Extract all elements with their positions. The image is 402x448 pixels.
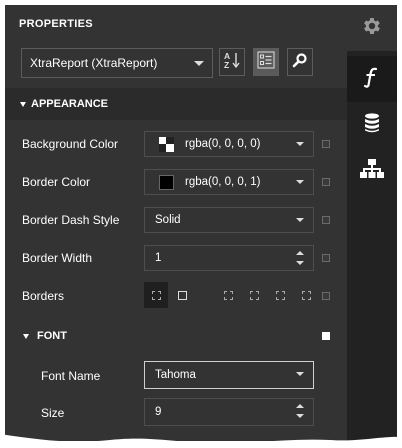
panel-title: PROPERTIES <box>19 18 93 30</box>
property-marker[interactable] <box>322 178 330 186</box>
sort-alphabetical-button[interactable]: A Z <box>219 48 245 76</box>
property-label: Background Color <box>22 137 119 151</box>
border-color-editor[interactable]: rgba(0, 0, 0, 1) <box>144 169 314 195</box>
property-label: Borders <box>22 289 65 303</box>
property-row-font-name: Font Name Tahoma <box>5 357 347 395</box>
property-marker[interactable] <box>322 332 330 340</box>
caret-down-icon <box>20 102 26 107</box>
borders-none-button[interactable] <box>144 282 168 308</box>
border-bottom-icon <box>301 290 311 300</box>
border-dash-style-select[interactable]: Solid <box>144 207 314 233</box>
border-none-icon <box>151 290 161 300</box>
gear-icon <box>361 15 383 42</box>
chevron-down-icon <box>194 61 204 66</box>
border-all-icon <box>177 290 187 300</box>
property-marker[interactable] <box>322 292 330 300</box>
sidebar <box>347 5 397 441</box>
appearance-section-header[interactable]: APPEARANCE <box>5 88 347 120</box>
property-label: Font Name <box>41 369 101 383</box>
color-swatch-transparent <box>159 137 174 152</box>
border-dash-style-value: Solid <box>155 214 181 226</box>
borders-all-button[interactable] <box>170 282 194 308</box>
property-label: Border Width <box>22 251 93 265</box>
categorized-view-button[interactable] <box>253 48 279 76</box>
function-icon <box>362 66 382 93</box>
border-left-button[interactable] <box>216 282 240 308</box>
spin-down-icon[interactable] <box>296 414 304 418</box>
border-top-icon <box>249 290 259 300</box>
border-right-button[interactable] <box>268 282 292 308</box>
svg-text:Z: Z <box>224 60 229 70</box>
color-swatch-black <box>159 175 174 190</box>
font-size-stepper[interactable]: 9 <box>144 398 314 426</box>
border-top-button[interactable] <box>242 282 266 308</box>
property-label: Border Dash Style <box>22 213 120 227</box>
categorized-list-icon <box>257 51 275 74</box>
expressions-tab[interactable] <box>347 56 397 102</box>
border-right-icon <box>275 290 285 300</box>
property-marker[interactable] <box>322 140 330 148</box>
field-list-tab[interactable] <box>347 102 397 148</box>
object-selector-value: XtraReport (XtraReport) <box>30 56 158 70</box>
database-icon <box>363 112 381 139</box>
property-label: Border Color <box>22 175 91 189</box>
border-bottom-button[interactable] <box>294 282 318 308</box>
property-row-background-color: Background Color rgba(0, 0, 0, 0) <box>5 125 347 163</box>
border-width-stepper[interactable]: 1 <box>144 245 314 271</box>
hierarchy-icon <box>360 158 384 185</box>
chevron-down-icon <box>296 372 304 376</box>
properties-panel: PROPERTIES XtraReport (XtraReport) A Z A… <box>5 5 347 441</box>
property-marker[interactable] <box>322 216 330 224</box>
font-name-value: Tahoma <box>155 369 196 381</box>
spin-up-icon[interactable] <box>296 251 304 255</box>
border-color-value: rgba(0, 0, 0, 1) <box>185 176 261 188</box>
font-section-label: FONT <box>37 330 67 342</box>
property-marker[interactable] <box>322 254 330 262</box>
caret-down-icon <box>23 334 29 339</box>
background-color-value: rgba(0, 0, 0, 0) <box>185 138 261 150</box>
search-button[interactable] <box>287 48 313 76</box>
property-row-border-width: Border Width 1 <box>5 239 347 277</box>
border-left-icon <box>223 290 233 300</box>
chevron-down-icon <box>296 218 304 222</box>
property-row-border-dash-style: Border Dash Style Solid <box>5 201 347 239</box>
property-row-borders: Borders <box>5 277 347 315</box>
chevron-down-icon <box>296 180 304 184</box>
settings-tab[interactable] <box>347 5 397 51</box>
font-name-select[interactable]: Tahoma <box>144 361 314 389</box>
background-color-editor[interactable]: rgba(0, 0, 0, 0) <box>144 131 314 157</box>
font-size-value: 9 <box>155 406 162 418</box>
appearance-section-label: APPEARANCE <box>31 98 109 110</box>
property-row-border-color: Border Color rgba(0, 0, 0, 1) <box>5 163 347 201</box>
spin-down-icon[interactable] <box>296 261 304 265</box>
torn-edge <box>0 434 402 448</box>
chevron-down-icon <box>296 142 304 146</box>
sort-az-icon: A Z <box>222 50 242 75</box>
spin-up-icon[interactable] <box>296 404 304 408</box>
report-explorer-tab[interactable] <box>347 148 397 194</box>
border-width-value: 1 <box>155 252 162 264</box>
object-selector[interactable]: XtraReport (XtraReport) <box>21 48 213 78</box>
search-icon <box>292 52 308 73</box>
font-section-header[interactable]: FONT <box>5 320 347 352</box>
